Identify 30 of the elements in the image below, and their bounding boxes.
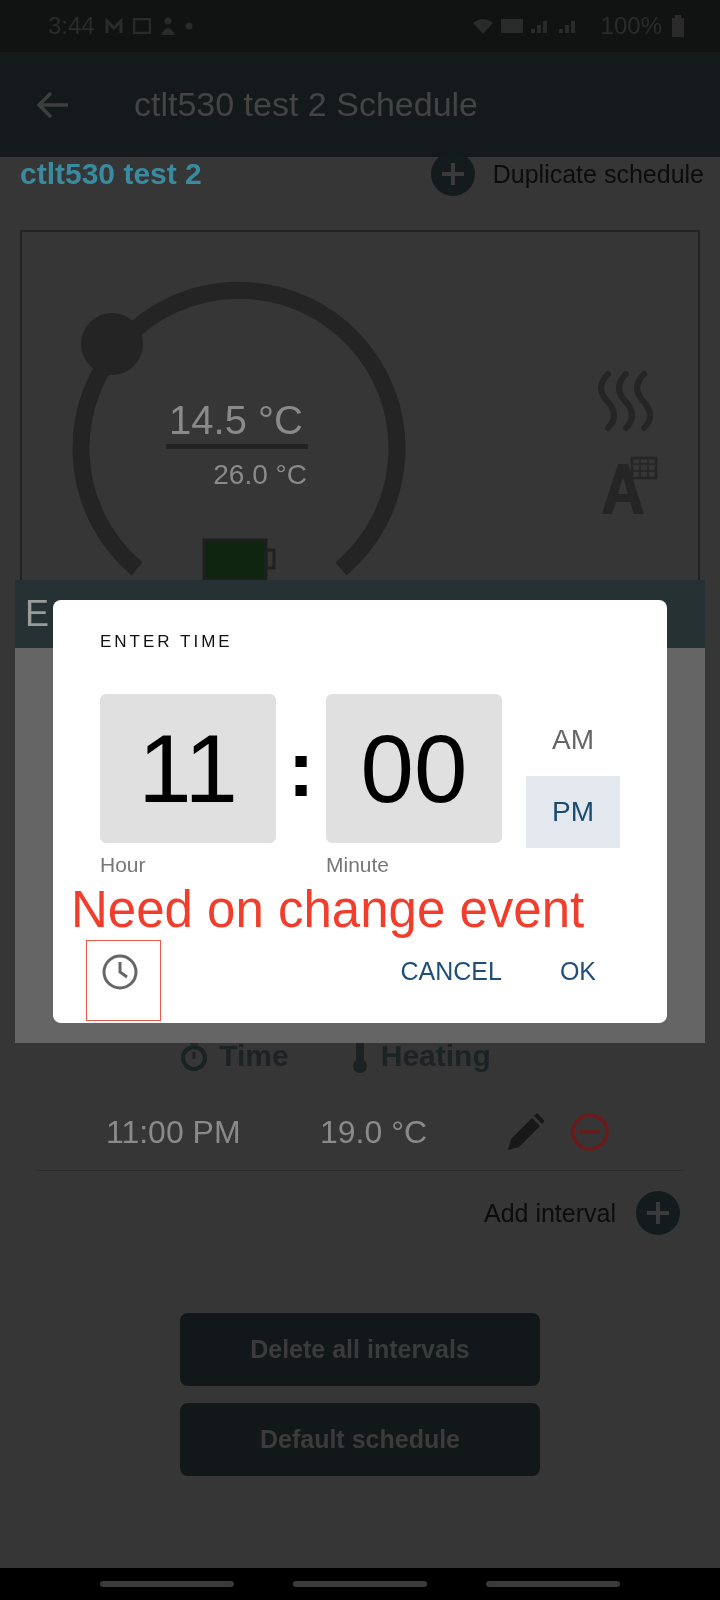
time-separator: : <box>286 723 316 815</box>
news-icon <box>132 18 151 34</box>
field-label: Hour <box>100 853 147 877</box>
nav-handle[interactable] <box>99 1581 234 1587</box>
minute-field[interactable]: 00 <box>326 694 502 843</box>
field-label: Minute <box>326 853 391 877</box>
battery-icon <box>672 15 684 37</box>
current-temperature: 14.5 °C <box>169 398 303 442</box>
nav-handle[interactable] <box>293 1581 427 1587</box>
dialog-button[interactable]: OK <box>535 951 620 992</box>
interval-temperature: 19.0 °C <box>320 1113 429 1151</box>
nav-handle[interactable] <box>486 1581 621 1587</box>
target-temperature: 26.0 °C <box>213 459 307 490</box>
period-toggle[interactable]: PM <box>526 776 620 848</box>
person-icon <box>160 17 175 35</box>
plus-icon[interactable] <box>636 1191 680 1235</box>
remove-icon[interactable] <box>570 1112 610 1152</box>
stopwatch-icon <box>179 1040 210 1072</box>
dialog-title: ENTER TIME <box>100 632 234 652</box>
interval-time: 11:00 PM <box>106 1113 242 1151</box>
panel-title: E <box>25 593 49 635</box>
dot-icon <box>184 22 193 30</box>
period-toggle[interactable]: AM <box>526 704 620 776</box>
mail-icon <box>104 18 123 34</box>
battery-icon <box>202 538 276 582</box>
dialog-button[interactable]: CANCEL <box>376 951 526 992</box>
back-icon[interactable] <box>36 89 70 120</box>
schedule-name: ctlt530 test 2 <box>20 157 202 191</box>
annotation-text: Need on change event <box>71 880 585 939</box>
hour-field[interactable]: 11 <box>100 694 276 843</box>
